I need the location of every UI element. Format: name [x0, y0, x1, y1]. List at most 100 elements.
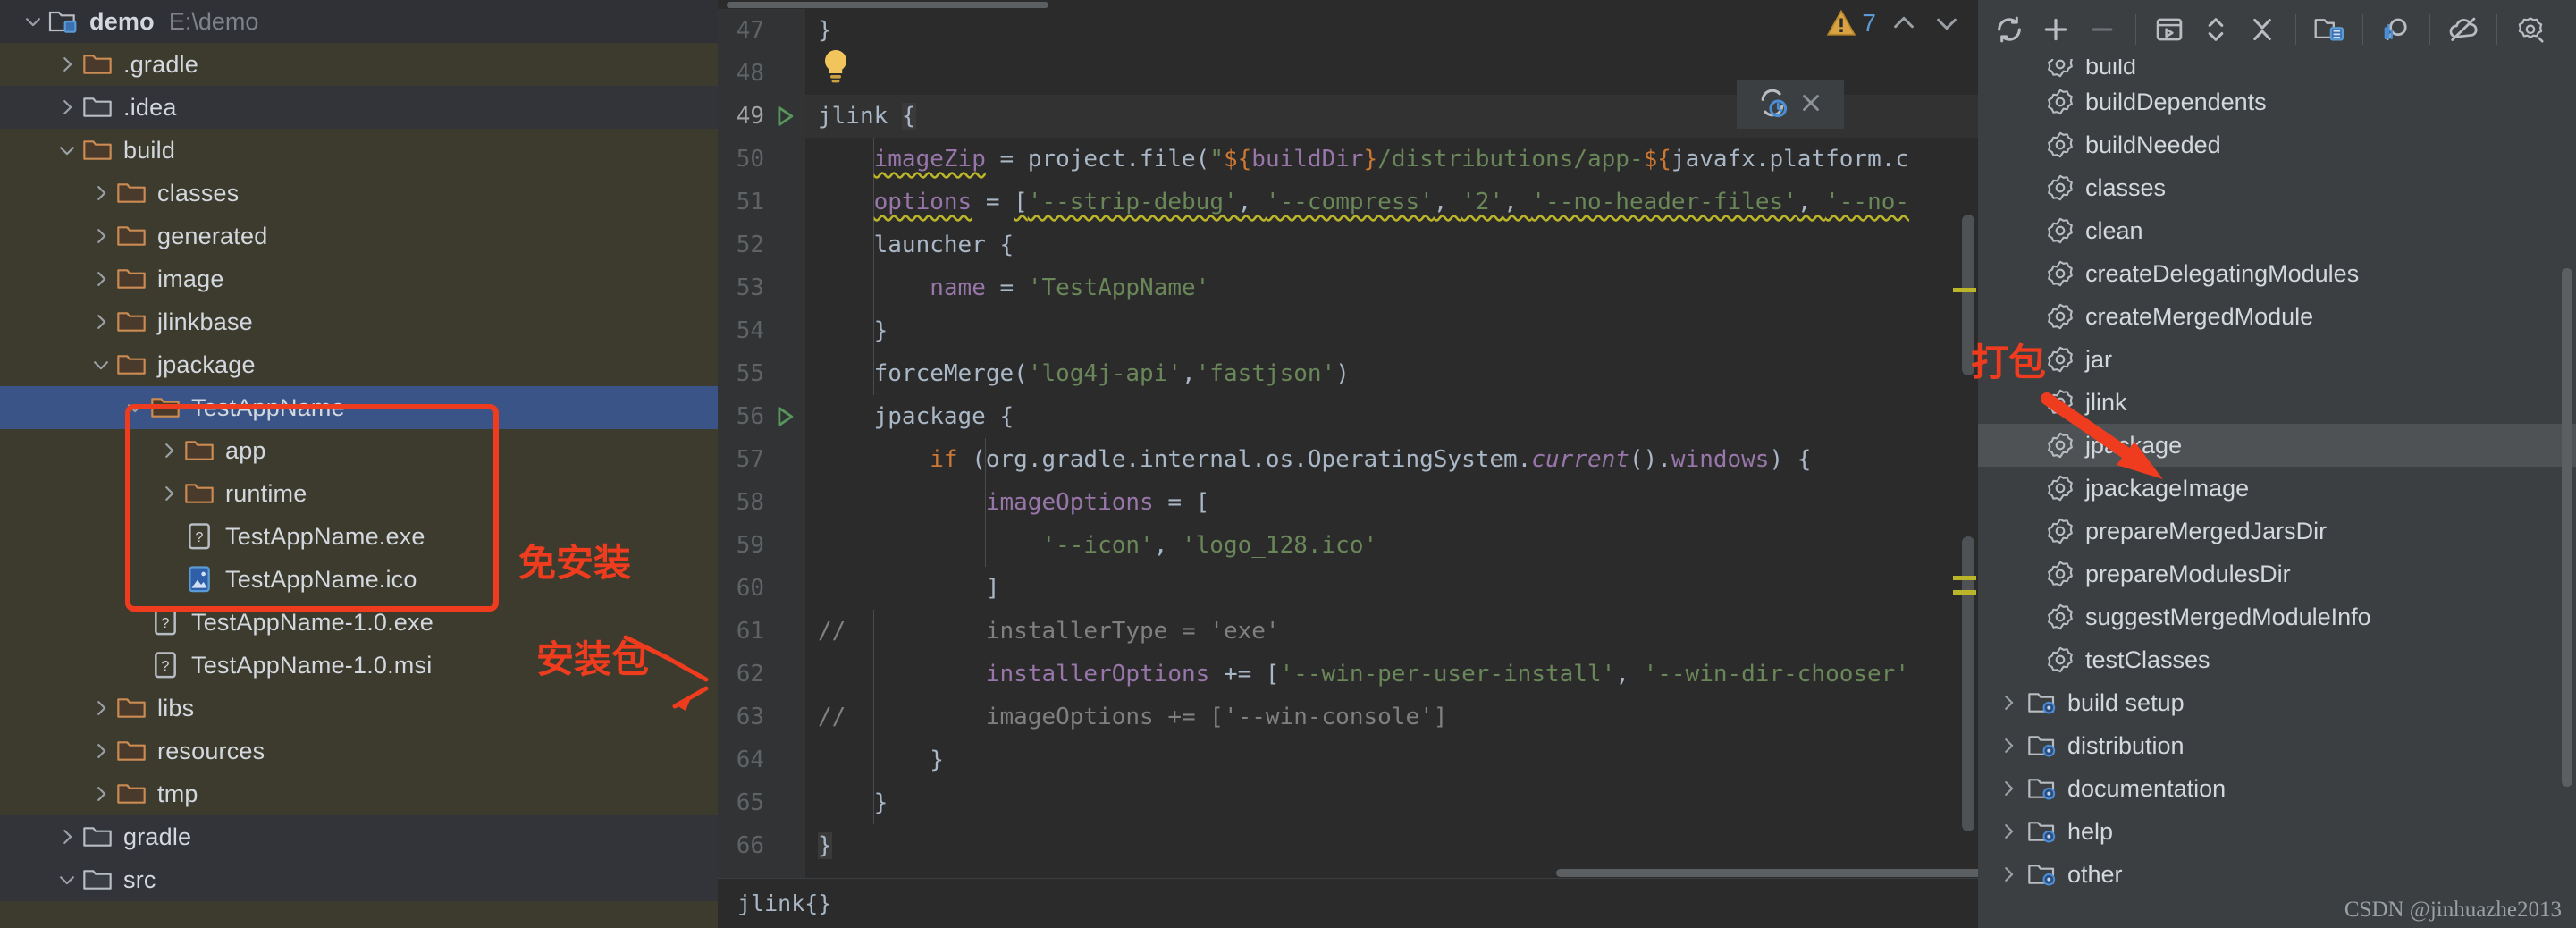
tree-row-resources[interactable]: resources: [0, 730, 718, 772]
tree-row-jlinkbase[interactable]: jlinkbase: [0, 300, 718, 343]
code-line-57[interactable]: if (org.gradle.internal.os.OperatingSyst…: [805, 438, 1978, 481]
run-task-icon[interactable]: [2149, 9, 2190, 50]
code-line-60[interactable]: ]: [805, 567, 1978, 610]
gutter-line-56[interactable]: 56: [718, 395, 805, 438]
tree-row-testappname-1-0-msi[interactable]: ?TestAppName-1.0.msi: [0, 644, 718, 687]
gradle-task-other[interactable]: other: [1978, 853, 2576, 889]
code-line-55[interactable]: forceMerge('log4j-api','fastjson'): [805, 352, 1978, 395]
expand-collapse-icon[interactable]: [2195, 9, 2236, 50]
chevron-down-icon[interactable]: [88, 351, 114, 378]
chevron-right-icon[interactable]: [1992, 779, 2025, 798]
chevron-right-icon[interactable]: [54, 823, 80, 850]
tree-row--gradle[interactable]: .gradle: [0, 43, 718, 86]
editor-gutter[interactable]: 4748495051525354555657585960616263646566…: [718, 9, 805, 928]
lightbulb-icon[interactable]: [818, 46, 854, 86]
chevron-right-icon[interactable]: [1992, 736, 2025, 755]
gutter-line-62[interactable]: 62: [718, 653, 805, 696]
module-link-icon[interactable]: [2309, 9, 2350, 50]
code-line-47[interactable]: }: [805, 9, 1978, 52]
breadcrumb[interactable]: jlink{}: [718, 878, 1978, 928]
code-line-59[interactable]: '--icon', 'logo_128.ico': [805, 524, 1978, 567]
tree-row-testappname-ico[interactable]: TestAppName.ico: [0, 558, 718, 601]
gradle-task-build-setup[interactable]: build setup: [1978, 681, 2576, 724]
tree-row-generated[interactable]: generated: [0, 215, 718, 257]
code-line-54[interactable]: }: [805, 309, 1978, 352]
gutter-line-61[interactable]: 61: [718, 610, 805, 653]
tree-row-image[interactable]: image: [0, 257, 718, 300]
editor-code-area[interactable]: }jlink { imageZip = project.file("${buil…: [805, 9, 1978, 878]
gradle-task-distribution[interactable]: distribution: [1978, 724, 2576, 767]
gradle-task-testclasses[interactable]: testClasses: [1978, 638, 2576, 681]
tree-row-testappname[interactable]: TestAppName: [0, 386, 718, 429]
tree-row-jpackage[interactable]: jpackage: [0, 343, 718, 386]
tree-row-gradle[interactable]: gradle: [0, 815, 718, 858]
gutter-line-58[interactable]: 58: [718, 481, 805, 524]
gutter-line-55[interactable]: 55: [718, 352, 805, 395]
code-editor[interactable]: 7 47484950515253545556575859606162636465…: [718, 0, 1978, 928]
chevron-right-icon[interactable]: [1992, 865, 2025, 884]
gradle-task-jpackage[interactable]: jpackage: [1978, 424, 2576, 467]
tree-row-testappname-1-0-exe[interactable]: ?TestAppName-1.0.exe: [0, 601, 718, 644]
gradle-task-preparemergedjarsdir[interactable]: prepareMergedJarsDir: [1978, 510, 2576, 553]
chevron-right-icon[interactable]: [54, 94, 80, 121]
tree-row-testappname-exe[interactable]: ?TestAppName.exe: [0, 515, 718, 558]
tree-row-libs[interactable]: libs: [0, 687, 718, 730]
gradle-settings-icon[interactable]: [2510, 9, 2551, 50]
tree-row-tmp[interactable]: tmp: [0, 772, 718, 815]
gradle-task-createdelegatingmodules[interactable]: createDelegatingModules: [1978, 252, 2576, 295]
refresh-all-gradle-projects-icon[interactable]: [1989, 9, 2030, 50]
editor-warning-marker-2[interactable]: [1953, 576, 1976, 580]
editor-top-scrollbar[interactable]: [718, 0, 1978, 9]
editor-vertical-scrollbar-thumb-upper[interactable]: [1962, 215, 1974, 375]
code-line-63[interactable]: // imageOptions += ['--win-console']: [805, 696, 1978, 738]
gutter-line-63[interactable]: 63: [718, 696, 805, 738]
chevron-right-icon[interactable]: [88, 738, 114, 764]
chevron-down-icon[interactable]: [54, 866, 80, 893]
tree-row-classes[interactable]: classes: [0, 172, 718, 215]
tree-row-app[interactable]: app: [0, 429, 718, 472]
chevron-right-icon[interactable]: [88, 180, 114, 207]
tree-row--idea[interactable]: .idea: [0, 86, 718, 129]
chevron-right-icon[interactable]: [88, 223, 114, 249]
code-line-51[interactable]: options = ['--strip-debug', '--compress'…: [805, 181, 1978, 224]
chevron-right-icon[interactable]: [88, 695, 114, 721]
chevron-right-icon[interactable]: [156, 480, 182, 507]
gutter-line-65[interactable]: 65: [718, 781, 805, 824]
code-line-56[interactable]: jpackage {: [805, 395, 1978, 438]
editor-inspection-widget[interactable]: 7: [1826, 0, 1978, 46]
code-line-62[interactable]: installerOptions += ['--win-per-user-ins…: [805, 653, 1978, 696]
code-line-58[interactable]: imageOptions = [: [805, 481, 1978, 524]
gradle-task-tree[interactable]: buildbuildDependentsbuildNeededclassescl…: [1978, 59, 2576, 889]
chevron-right-icon[interactable]: [88, 780, 114, 807]
tree-row-build[interactable]: build: [0, 129, 718, 172]
gutter-line-47[interactable]: 47: [718, 9, 805, 52]
project-tool-window[interactable]: demo E:\demo .gradle.ideabuildclassesgen…: [0, 0, 718, 928]
code-line-66[interactable]: }: [805, 824, 1978, 867]
gutter-line-49[interactable]: 49: [718, 95, 805, 138]
chevron-right-icon[interactable]: [88, 308, 114, 335]
code-line-50[interactable]: imageZip = project.file("${buildDir}/dis…: [805, 138, 1978, 181]
gradle-task-jar[interactable]: jar: [1978, 338, 2576, 381]
run-gutter-icon[interactable]: [771, 104, 798, 129]
editor-vertical-scrollbar-thumb-lower[interactable]: [1962, 536, 1974, 831]
gradle-task-build[interactable]: build: [1978, 59, 2576, 80]
editor-warning-marker-1[interactable]: [1953, 288, 1976, 292]
code-line-53[interactable]: name = 'TestAppName': [805, 266, 1978, 309]
editor-horizontal-scrollbar[interactable]: [805, 867, 1978, 878]
tree-row-runtime[interactable]: runtime: [0, 472, 718, 515]
gradle-task-classes[interactable]: classes: [1978, 166, 2576, 209]
gutter-line-57[interactable]: 57: [718, 438, 805, 481]
gradle-task-help[interactable]: help: [1978, 810, 2576, 853]
chevron-down-icon[interactable]: [122, 394, 148, 421]
gradle-task-preparemodulesdir[interactable]: prepareModulesDir: [1978, 553, 2576, 595]
chevron-down-icon[interactable]: [20, 8, 46, 35]
gradle-task-createmergedmodule[interactable]: createMergedModule: [1978, 295, 2576, 338]
chevron-right-icon[interactable]: [1992, 822, 2025, 841]
gutter-line-50[interactable]: 50: [718, 138, 805, 181]
gutter-line-51[interactable]: 51: [718, 181, 805, 224]
gutter-line-48[interactable]: 48: [718, 52, 805, 95]
code-line-61[interactable]: // installerType = 'exe': [805, 610, 1978, 653]
gutter-line-54[interactable]: 54: [718, 309, 805, 352]
add-icon[interactable]: [2035, 9, 2076, 50]
code-line-64[interactable]: }: [805, 738, 1978, 781]
